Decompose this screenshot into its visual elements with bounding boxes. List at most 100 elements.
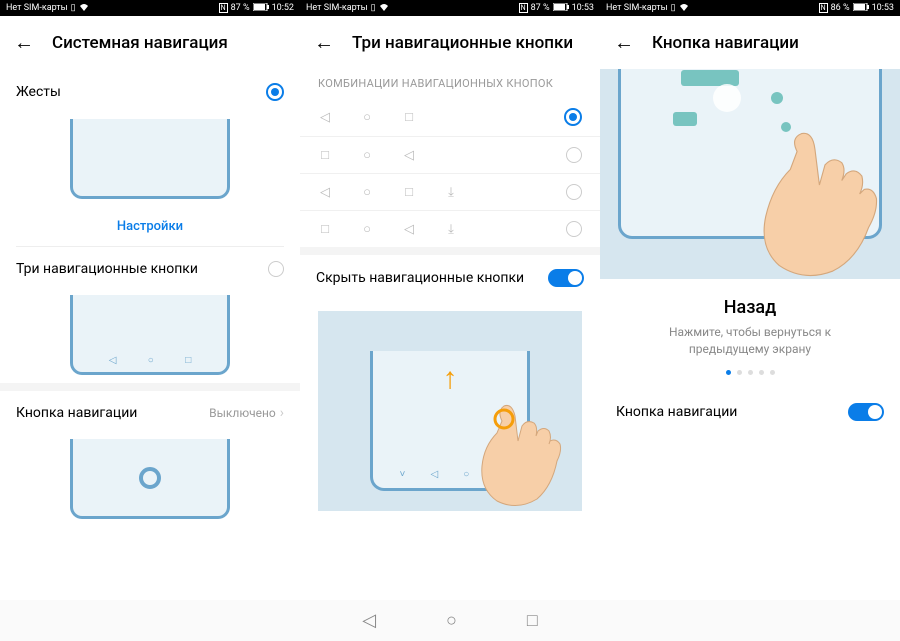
sim-status: Нет SIM-карты [306, 3, 368, 13]
home-glyph-icon: ○ [360, 109, 374, 125]
preview-three-buttons: ◁ ○ □ [0, 291, 300, 383]
hide-nav-illustration: ˅ ◁ ○ □ ↑ [318, 311, 582, 511]
option-nav-button[interactable]: Кнопка навигации Выключено › [0, 391, 300, 435]
toggle-on-icon[interactable] [848, 403, 884, 421]
recents-glyph-icon: □ [185, 355, 191, 366]
page-title: Три навигационные кнопки [352, 33, 573, 53]
recents-glyph-icon: □ [402, 109, 416, 125]
back-glyph-icon: ◁ [402, 148, 416, 163]
chev-down-icon: ˅ [400, 469, 406, 480]
gestures-label: Жесты [16, 84, 61, 100]
wifi-icon [679, 3, 689, 14]
battery-icon [253, 3, 269, 14]
hand-pointer-icon [730, 109, 900, 279]
nav-button-toggle-label: Кнопка навигации [616, 404, 737, 420]
back-glyph-icon: ◁ [430, 469, 438, 480]
radio-unselected-icon[interactable] [268, 261, 284, 277]
sim-status: Нет SIM-карты [6, 3, 68, 13]
combo-option-1[interactable]: ◁ ○ □ [300, 98, 600, 137]
back-glyph-icon: ◁ [318, 110, 332, 125]
screen-system-navigation: Нет SIM-карты ▯ N 87 % 10:52 ← Системная… [0, 0, 300, 600]
recents-glyph-icon: □ [318, 147, 332, 163]
back-icon[interactable]: ← [614, 30, 634, 55]
combo-option-2[interactable]: □ ○ ◁ [300, 137, 600, 174]
sim-icon: ▯ [71, 3, 76, 13]
radio-selected-icon[interactable] [564, 108, 582, 126]
clock: 10:53 [872, 3, 894, 13]
status-bar: Нет SIM-карты ▯ N 87 % 10:52 [0, 0, 300, 16]
dropdown-glyph-icon: ⤓ [444, 222, 458, 237]
battery-pct: 87 % [531, 3, 550, 13]
nav-back-icon[interactable]: ◁ [362, 610, 376, 631]
hand-pointer-icon [442, 371, 582, 511]
radio-unselected-icon[interactable] [566, 184, 582, 200]
dot-active-icon [726, 370, 731, 375]
home-glyph-icon: ○ [148, 355, 154, 366]
dot-icon [748, 370, 753, 375]
sim-icon: ▯ [671, 3, 676, 13]
nfc-icon: N [819, 3, 828, 13]
nav-button-label: Кнопка навигации [16, 405, 137, 421]
back-glyph-icon: ◁ [402, 222, 416, 237]
dot-icon [759, 370, 764, 375]
home-glyph-icon: ○ [360, 147, 374, 163]
radio-unselected-icon[interactable] [566, 147, 582, 163]
dropdown-glyph-icon: ⤓ [444, 185, 458, 200]
header: ← Три навигационные кнопки [300, 16, 600, 69]
screen-three-buttons: Нет SIM-карты ▯ N 87 % 10:53 ← Три навиг… [300, 0, 600, 600]
page-title: Кнопка навигации [652, 33, 799, 53]
home-glyph-icon: ○ [360, 184, 374, 200]
three-buttons-label: Три навигационные кнопки [16, 261, 198, 277]
back-glyph-icon: ◁ [109, 355, 117, 366]
option-gestures[interactable]: Жесты [0, 69, 300, 115]
radio-unselected-icon[interactable] [566, 221, 582, 237]
battery-icon [553, 3, 569, 14]
chevron-right-icon: › [280, 405, 284, 421]
toggle-on-icon[interactable] [548, 269, 584, 287]
nfc-icon: N [519, 3, 528, 13]
screen-nav-button: Нет SIM-карты ▯ N 86 % 10:53 ← Кнопка на… [600, 0, 900, 600]
back-icon[interactable]: ← [14, 30, 34, 55]
back-glyph-icon: ◁ [318, 185, 332, 200]
status-bar: Нет SIM-карты ▯ N 87 % 10:53 [300, 0, 600, 16]
status-bar: Нет SIM-карты ▯ N 86 % 10:53 [600, 0, 900, 16]
header: ← Системная навигация [0, 16, 300, 69]
nav-button-toggle-row[interactable]: Кнопка навигации [600, 389, 900, 435]
header: ← Кнопка навигации [600, 16, 900, 69]
sim-icon: ▯ [371, 3, 376, 13]
nfc-icon: N [219, 3, 228, 13]
system-nav-bar: ◁ ○ □ [0, 600, 900, 641]
page-indicator [600, 370, 900, 389]
settings-link[interactable]: Настройки [0, 207, 300, 246]
home-glyph-icon: ○ [360, 221, 374, 237]
combo-section-title: КОМБИНАЦИИ НАВИГАЦИОННЫХ КНОПОК [300, 69, 600, 98]
nav-recents-icon[interactable]: □ [527, 610, 538, 631]
battery-pct: 87 % [231, 3, 250, 13]
nav-home-icon[interactable]: ○ [446, 610, 457, 631]
sim-status: Нет SIM-карты [606, 3, 668, 13]
clock: 10:53 [572, 3, 594, 13]
recents-glyph-icon: □ [402, 184, 416, 200]
dot-icon [737, 370, 742, 375]
tutorial-desc: Нажмите, чтобы вернуться к предыдущему э… [600, 324, 900, 370]
dot-icon [770, 370, 775, 375]
tutorial-title: Назад [600, 279, 900, 324]
nav-button-status: Выключено [209, 406, 276, 420]
hide-nav-toggle-row[interactable]: Скрыть навигационные кнопки [300, 255, 600, 301]
option-three-buttons[interactable]: Три навигационные кнопки [0, 247, 300, 291]
back-icon[interactable]: ← [314, 30, 334, 55]
battery-icon [853, 3, 869, 14]
wifi-icon [79, 3, 89, 14]
preview-gestures [0, 115, 300, 207]
combo-option-3[interactable]: ◁ ○ □ ⤓ [300, 174, 600, 211]
recents-glyph-icon: □ [318, 221, 332, 237]
combo-option-4[interactable]: □ ○ ◁ ⤓ [300, 211, 600, 247]
tutorial-illustration [600, 69, 900, 279]
radio-selected-icon[interactable] [266, 83, 284, 101]
hide-nav-label: Скрыть навигационные кнопки [316, 270, 524, 286]
page-title: Системная навигация [52, 33, 228, 53]
clock: 10:52 [272, 3, 294, 13]
wifi-icon [379, 3, 389, 14]
battery-pct: 86 % [831, 3, 850, 13]
preview-nav-button [0, 435, 300, 527]
